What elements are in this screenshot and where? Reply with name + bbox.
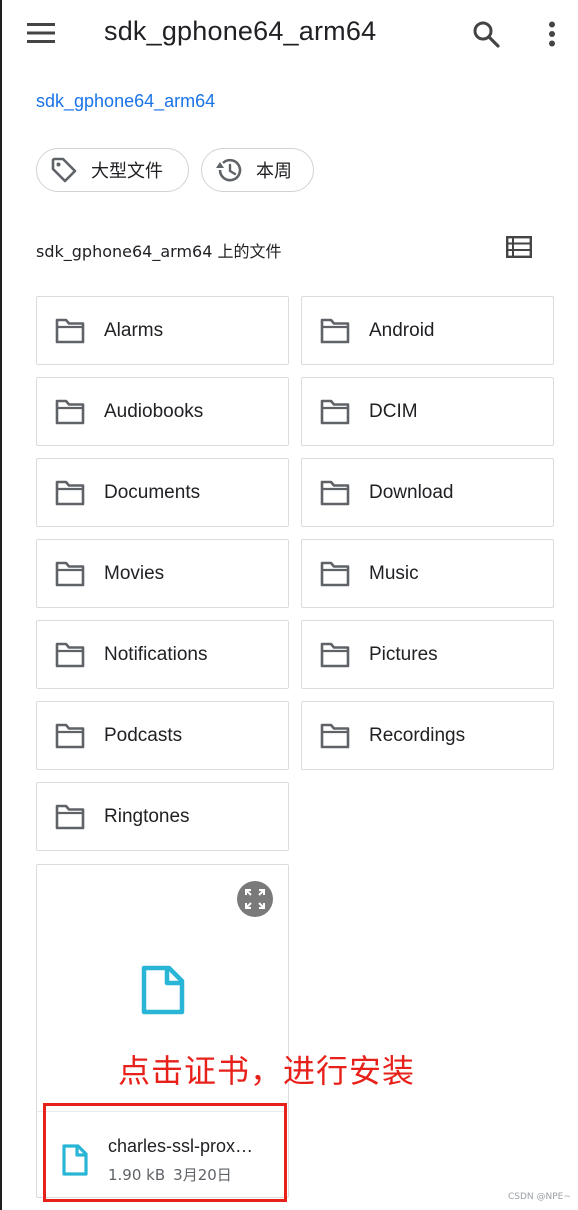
folder-icon xyxy=(320,480,350,506)
folder-tile[interactable]: Music xyxy=(301,539,554,608)
folder-icon xyxy=(320,561,350,587)
hamburger-menu-icon xyxy=(27,23,55,43)
folder-label: Movies xyxy=(104,563,165,584)
folder-icon xyxy=(55,804,85,830)
document-preview-icon xyxy=(141,965,185,1015)
folder-icon xyxy=(55,318,85,344)
folder-icon xyxy=(55,642,85,668)
watermark: CSDN @NPE~ xyxy=(508,1192,571,1202)
search-icon xyxy=(473,21,500,48)
annotation-highlight-box xyxy=(43,1103,287,1202)
section-title: sdk_gphone64_arm64 上的文件 xyxy=(36,242,282,261)
list-view-icon xyxy=(506,236,532,258)
folder-tile[interactable]: Download xyxy=(301,458,554,527)
chip-large-files[interactable]: 大型文件 xyxy=(36,148,189,192)
tag-icon xyxy=(49,155,79,185)
folder-tile[interactable]: Ringtones xyxy=(36,782,289,851)
folder-tile[interactable]: Documents xyxy=(36,458,289,527)
view-toggle-button[interactable] xyxy=(502,230,536,264)
folder-tile[interactable]: Alarms xyxy=(36,296,289,365)
folder-label: Audiobooks xyxy=(104,401,204,422)
folder-label: Pictures xyxy=(369,644,438,665)
more-vertical-icon xyxy=(549,21,555,47)
chip-this-week[interactable]: 本周 xyxy=(201,148,314,192)
folder-tile[interactable]: DCIM xyxy=(301,377,554,446)
app-bar: sdk_gphone64_arm64 xyxy=(0,0,578,68)
folder-icon xyxy=(320,642,350,668)
folder-label: Alarms xyxy=(104,320,164,341)
folder-tile[interactable]: Movies xyxy=(36,539,289,608)
expand-preview-button[interactable] xyxy=(237,881,273,917)
more-options-button[interactable] xyxy=(534,14,570,54)
menu-button[interactable] xyxy=(22,16,60,50)
breadcrumb[interactable]: sdk_gphone64_arm64 xyxy=(36,91,215,112)
history-icon xyxy=(214,155,244,185)
folder-tile[interactable]: Audiobooks xyxy=(36,377,289,446)
folder-tile[interactable]: Android xyxy=(301,296,554,365)
folder-tile[interactable]: Podcasts xyxy=(36,701,289,770)
folder-tile[interactable]: Notifications xyxy=(36,620,289,689)
folder-label: Android xyxy=(369,320,435,341)
folder-tile[interactable]: Pictures xyxy=(301,620,554,689)
expand-icon xyxy=(245,889,265,909)
annotation-text: 点击证书，进行安装 xyxy=(118,1052,416,1090)
search-button[interactable] xyxy=(466,14,506,54)
folder-label: DCIM xyxy=(369,401,418,422)
folder-icon xyxy=(320,399,350,425)
folder-label: Podcasts xyxy=(104,725,183,746)
folder-icon xyxy=(55,561,85,587)
page-title: sdk_gphone64_arm64 xyxy=(104,16,377,46)
chip-large-files-label: 大型文件 xyxy=(91,161,163,182)
folder-icon xyxy=(55,480,85,506)
folder-label: Download xyxy=(369,482,454,503)
folder-label: Documents xyxy=(104,482,201,503)
folder-icon xyxy=(320,723,350,749)
folder-icon xyxy=(320,318,350,344)
folder-label: Music xyxy=(369,563,419,584)
screen-edge xyxy=(0,0,2,1210)
folder-label: Notifications xyxy=(104,644,208,665)
folder-label: Ringtones xyxy=(104,806,190,827)
folder-label: Recordings xyxy=(369,725,466,746)
folder-icon xyxy=(55,399,85,425)
chip-this-week-label: 本周 xyxy=(256,161,292,182)
folder-icon xyxy=(55,723,85,749)
folder-tile[interactable]: Recordings xyxy=(301,701,554,770)
